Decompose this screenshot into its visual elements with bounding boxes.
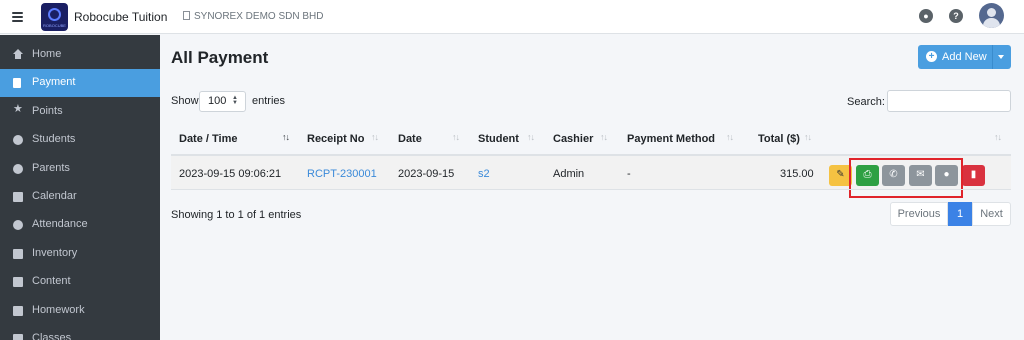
sidebar-item-points[interactable]: ★ Points [0, 98, 160, 126]
clock-icon [13, 220, 23, 230]
menu-toggle-icon[interactable] [12, 12, 23, 22]
search-input[interactable] [887, 90, 1011, 112]
sidebar: Home Payment ★ Points Students Parents C… [0, 35, 160, 340]
sidebar-item-students[interactable]: Students [0, 126, 160, 154]
brand-name[interactable]: Robocube Tuition [74, 10, 167, 24]
cell-datetime: 2023-09-15 09:06:21 [179, 168, 282, 180]
user-circle-icon [13, 164, 23, 174]
cell-total: 315.00 [780, 168, 814, 180]
page-length-select[interactable]: 100 ▲ ▼ [199, 91, 246, 112]
student-link[interactable]: s2 [478, 168, 490, 180]
sort-icon[interactable]: ↑↓ [726, 132, 734, 142]
table-info: Showing 1 to 1 of 1 entries [171, 209, 302, 221]
column-header-payment-method[interactable]: Payment Method [627, 133, 715, 145]
sidebar-item-calendar[interactable]: Calendar [0, 183, 160, 211]
sidebar-item-payment[interactable]: Payment [0, 69, 160, 97]
sidebar-item-content[interactable]: Content [0, 268, 160, 296]
delete-button[interactable]: ▮ [962, 165, 985, 186]
add-new-button[interactable]: + Add New [918, 45, 1011, 69]
truck-icon [13, 249, 23, 259]
globe-icon[interactable]: ● [919, 9, 933, 23]
column-header-datetime[interactable]: Date / Time [179, 133, 238, 145]
sort-icon[interactable]: ↑↓ [527, 132, 535, 142]
column-header-cashier[interactable]: Cashier [553, 133, 593, 145]
column-header-total[interactable]: Total ($) [758, 133, 800, 145]
plus-circle-icon: + [926, 51, 937, 62]
column-header-receipt[interactable]: Receipt No [307, 133, 364, 145]
sidebar-item-home[interactable]: Home [0, 41, 160, 69]
main-content: All Payment + Add New Show 100 ▲ ▼ entrie… [160, 35, 1024, 340]
building-icon [183, 11, 190, 20]
user-avatar[interactable] [979, 3, 1004, 28]
sidebar-item-inventory[interactable]: Inventory [0, 240, 160, 268]
caret-down-icon[interactable] [998, 55, 1004, 59]
trash-icon: ▮ [970, 169, 977, 180]
help-icon[interactable]: ? [949, 9, 963, 23]
sort-icon[interactable]: ↑↓ [804, 132, 812, 142]
sidebar-item-classes[interactable]: Classes [0, 325, 160, 340]
sort-icon[interactable]: ↑↓ [371, 132, 379, 142]
company-name: SYNOREX DEMO SDN BHD [183, 11, 323, 22]
cell-payment-method: - [627, 168, 631, 180]
sort-icon[interactable]: ↑↓ [600, 132, 608, 142]
book-icon [13, 306, 23, 316]
top-navbar: ROBOCUBE Robocube Tuition SYNOREX DEMO S… [0, 0, 1024, 34]
show-label: Show [171, 95, 199, 107]
sort-icon[interactable]: ↑↓ [994, 132, 1002, 142]
sort-icon[interactable]: ↑↓ [452, 132, 460, 142]
star-icon: ★ [13, 103, 23, 115]
pagination-page-1[interactable]: 1 [948, 202, 972, 226]
pagination-previous[interactable]: Previous [890, 202, 948, 226]
highlight-box [849, 158, 963, 198]
classes-icon [13, 334, 23, 340]
page-title: All Payment [171, 48, 269, 67]
column-header-student[interactable]: Student [478, 133, 519, 145]
search-label: Search: [847, 96, 885, 108]
sidebar-item-attendance[interactable]: Attendance [0, 211, 160, 239]
home-icon [13, 49, 23, 59]
brand-logo[interactable]: ROBOCUBE [41, 3, 68, 31]
column-header-date[interactable]: Date [398, 133, 422, 145]
cell-date: 2023-09-15 [398, 168, 455, 180]
file-icon [13, 78, 21, 88]
sort-desc-icon[interactable]: ↑↓ [282, 132, 290, 142]
cell-cashier: Admin [553, 168, 585, 180]
entries-label: entries [252, 95, 286, 107]
sidebar-item-homework[interactable]: Homework [0, 297, 160, 325]
megaphone-icon [13, 277, 23, 287]
sidebar-item-parents[interactable]: Parents [0, 155, 160, 183]
pagination-next[interactable]: Next [972, 202, 1011, 226]
users-icon [13, 135, 23, 145]
select-arrows-icon: ▲ ▼ [232, 95, 238, 106]
calendar-icon [13, 192, 23, 202]
receipt-link[interactable]: RCPT-230001 [307, 168, 377, 180]
